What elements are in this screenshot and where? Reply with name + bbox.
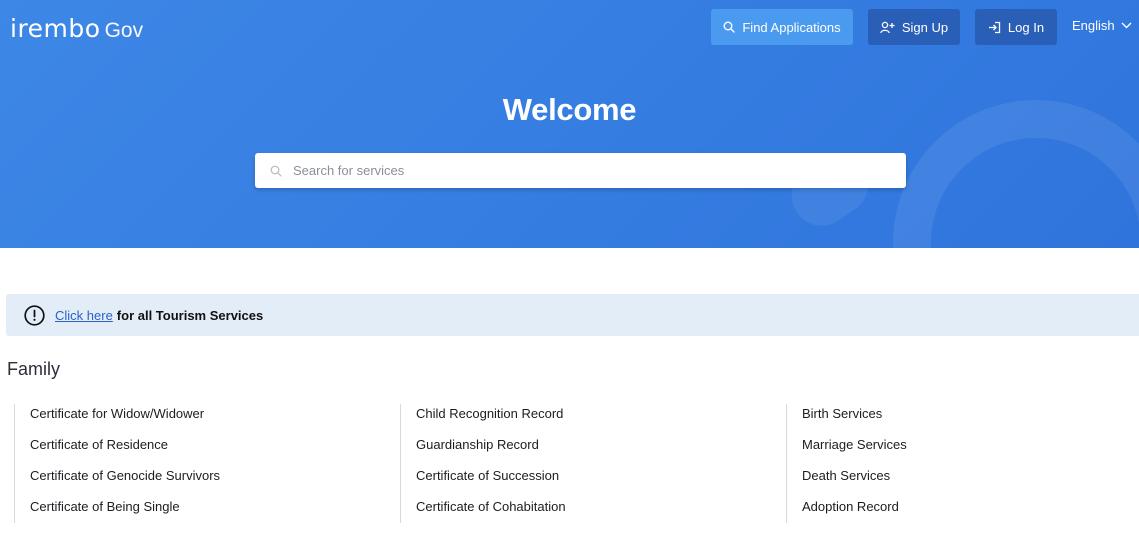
- tourism-services-link[interactable]: Click here: [55, 308, 113, 323]
- logo-main-text: irembo: [10, 14, 101, 43]
- find-applications-button[interactable]: Find Applications: [711, 9, 853, 45]
- search-icon: [270, 165, 282, 177]
- sign-up-button[interactable]: Sign Up: [868, 9, 960, 45]
- service-link[interactable]: Certificate of Cohabitation: [416, 497, 770, 528]
- tourism-notice-banner: Click here for all Tourism Services: [6, 294, 1139, 336]
- search-bar[interactable]: [255, 153, 906, 188]
- log-in-button[interactable]: Log In: [975, 9, 1057, 45]
- logo-gov-text: Gov: [104, 19, 144, 42]
- search-icon: [723, 21, 736, 33]
- hero-banner: irembo Gov Find Applications Sign Up Log…: [0, 0, 1139, 248]
- service-link[interactable]: Certificate of Being Single: [30, 497, 384, 528]
- service-link[interactable]: Certificate of Succession: [416, 466, 770, 497]
- sign-up-label: Sign Up: [901, 19, 949, 35]
- language-label: English: [1072, 18, 1115, 33]
- service-link[interactable]: Adoption Record: [802, 497, 1126, 528]
- service-link[interactable]: Certificate of Residence: [30, 435, 384, 466]
- add-user-icon: [880, 21, 895, 34]
- banner-text: for all Tourism Services: [116, 307, 264, 323]
- service-link[interactable]: Certificate of Genocide Survivors: [30, 466, 384, 497]
- service-column-2: Child Recognition Record Guardianship Re…: [400, 404, 770, 523]
- info-circle-icon: [24, 304, 45, 326]
- section-title-family: Family: [7, 359, 60, 379]
- service-link[interactable]: Marriage Services: [802, 435, 1126, 466]
- service-link[interactable]: Death Services: [802, 466, 1126, 497]
- log-in-label: Log In: [1007, 19, 1045, 35]
- service-column-1: Certificate for Widow/Widower Certificat…: [14, 404, 384, 523]
- search-input[interactable]: [291, 162, 875, 179]
- service-column-3: Birth Services Marriage Services Death S…: [786, 404, 1126, 523]
- logo[interactable]: irembo Gov: [10, 14, 143, 43]
- find-applications-label: Find Applications: [742, 19, 841, 35]
- service-link[interactable]: Guardianship Record: [416, 435, 770, 466]
- login-icon: [988, 21, 1001, 34]
- page-title: Welcome: [502, 92, 637, 127]
- language-selector[interactable]: English: [1072, 18, 1132, 33]
- chevron-down-icon: [1121, 22, 1132, 29]
- service-link[interactable]: Certificate for Widow/Widower: [30, 404, 384, 435]
- service-link[interactable]: Birth Services: [802, 404, 1126, 435]
- service-link[interactable]: Child Recognition Record: [416, 404, 770, 435]
